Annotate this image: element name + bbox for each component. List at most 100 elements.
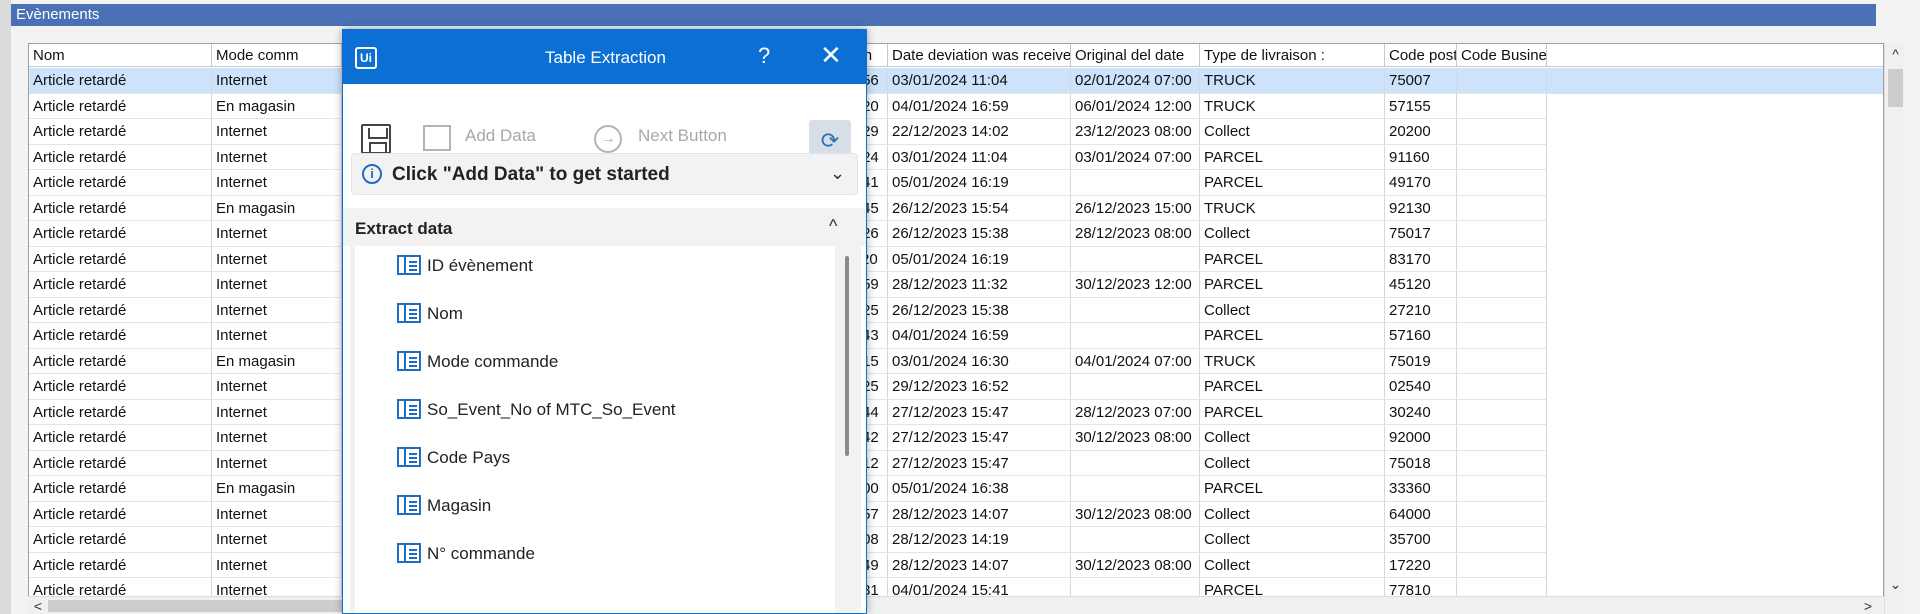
table-row[interactable]: Article retardéInternete26/12/2023 20:12… [29, 450, 1883, 476]
table-row[interactable]: Article retardéInternete21/12/2023 09:41… [29, 170, 1883, 196]
table-cell [1457, 195, 1547, 221]
table-row[interactable]: Article retardéInternete26/12/2023 16:42… [29, 425, 1883, 451]
table-cell: Article retardé [29, 93, 212, 119]
help-icon[interactable]: ? [758, 43, 770, 69]
extract-field-item[interactable]: Mode commande [397, 351, 558, 372]
scroll-down-icon[interactable]: ⌄ [1885, 573, 1906, 595]
extract-field-label: N° commande [427, 544, 535, 563]
table-row[interactable]: Article retardéInternete22/12/2023 22:59… [29, 272, 1883, 298]
table-cell: 04/01/2024 07:00 [1071, 348, 1200, 374]
chevron-up-icon[interactable]: ^ [829, 216, 837, 237]
extract-field-item[interactable]: Code Pays [397, 447, 510, 468]
horizontal-scroll-thumb[interactable] [48, 600, 378, 612]
table-cell [1457, 297, 1547, 323]
column-header[interactable]: Nom [29, 44, 212, 67]
add-data-label: Add Data [465, 126, 536, 145]
scroll-right-icon[interactable]: > [1858, 597, 1878, 614]
table-row[interactable]: Article retardéInternete24/12/2023 17:43… [29, 323, 1883, 349]
table-cell: Article retardé [29, 374, 212, 400]
extract-field-item[interactable]: Magasin [397, 495, 491, 516]
table-cell: Article retardé [29, 119, 212, 145]
events-table[interactable]: NomMode comme contacDate de créationDate… [28, 43, 1884, 614]
table-header: NomMode comme contacDate de créationDate… [29, 44, 1883, 67]
column-header[interactable]: Code Busine [1457, 44, 1547, 67]
table-cell: Internet [212, 552, 342, 578]
table-cell: 03/01/2024 07:00 [1071, 144, 1200, 170]
column-header[interactable]: Original del date [1071, 44, 1200, 67]
next-button-label: Next Button [638, 126, 727, 145]
table-cell: 83170 [1385, 246, 1457, 272]
save-icon[interactable] [361, 124, 391, 154]
chevron-down-icon[interactable]: ⌄ [830, 163, 845, 184]
table-cell: 91160 [1385, 144, 1457, 170]
table-row[interactable]: Article retardéInternete26/12/2023 10:44… [29, 399, 1883, 425]
table-row[interactable]: Article retardéInternete20/12/2023 09:24… [29, 144, 1883, 170]
table-cell [1457, 170, 1547, 196]
column-header[interactable]: Code posta [1385, 44, 1457, 67]
table-cell: Article retardé [29, 272, 212, 298]
extract-data-body: ID évènement Nom Mode commande So_Event_No … [350, 246, 861, 613]
table-cell [1071, 374, 1200, 400]
table-cell: 27/12/2023 15:47 [888, 425, 1071, 451]
table-cell: Internet [212, 450, 342, 476]
table-row[interactable]: Article retardéInternete24/12/2023 17:25… [29, 297, 1883, 323]
close-icon[interactable]: ✕ [820, 40, 842, 71]
table-row[interactable]: Article retardéInternete26/12/2023 22:57… [29, 501, 1883, 527]
info-banner[interactable]: i Click "Add Data" to get started ⌄ [351, 153, 858, 195]
table-row[interactable]: Article retardéInternete17/12/2023 20:56… [29, 68, 1883, 94]
column-header[interactable]: Date deviation was received [888, 44, 1071, 67]
table-cell: 27210 [1385, 297, 1457, 323]
table-cell [1457, 272, 1547, 298]
table-cell: Article retardé [29, 501, 212, 527]
vertical-scroll-thumb[interactable] [1888, 69, 1903, 107]
table-row[interactable]: Article retardéEn magasine19/12/2023 17:… [29, 348, 1883, 374]
table-cell: Collect [1200, 297, 1385, 323]
scroll-up-icon[interactable]: ^ [1885, 43, 1906, 65]
table-row[interactable]: Article retardéEn magasine20/12/2023 15:… [29, 476, 1883, 502]
table-cell: 06/01/2024 12:00 [1071, 93, 1200, 119]
horizontal-scrollbar[interactable]: < > [28, 596, 1884, 614]
table-cell: 30/12/2023 08:00 [1071, 501, 1200, 527]
scroll-left-icon[interactable]: < [28, 597, 48, 614]
app-window: Evènements NomMode comme contacDate de c… [0, 0, 1920, 614]
table-cell: TRUCK [1200, 195, 1385, 221]
table-cell: 28/12/2023 14:19 [888, 527, 1071, 553]
table-cell: TRUCK [1200, 68, 1385, 94]
dialog-title: Table Extraction [545, 48, 666, 67]
extract-data-header[interactable]: Extract data ^ [343, 208, 866, 246]
table-cell: 03/01/2024 11:04 [888, 144, 1071, 170]
table-row[interactable]: Article retardéInternete27/12/2023 18:49… [29, 552, 1883, 578]
extract-data-title: Extract data [355, 219, 453, 238]
list-scrollbar[interactable] [845, 256, 849, 456]
table-row[interactable]: Article retardéInternete22/12/2023 11:20… [29, 246, 1883, 272]
table-cell: 05/01/2024 16:19 [888, 246, 1071, 272]
column-header[interactable]: Mode comm [212, 44, 342, 67]
panel-title: Evènements [11, 4, 1876, 26]
table-cell: 75018 [1385, 450, 1457, 476]
table-cell: Article retardé [29, 68, 212, 94]
extract-field-item[interactable]: ID évènement [397, 255, 533, 276]
table-cell: Collect [1200, 501, 1385, 527]
extract-field-item[interactable]: Nom [397, 303, 463, 324]
table-row[interactable]: Article retardéEn magasine21/12/2023 15:… [29, 195, 1883, 221]
extract-field-item[interactable]: So_Event_No of MTC_So_Event [397, 399, 676, 420]
table-cell [1071, 476, 1200, 502]
column-header[interactable]: Type de livraison : [1200, 44, 1385, 67]
add-data-button[interactable]: Add Data [423, 126, 536, 146]
table-cell: 05/01/2024 16:38 [888, 476, 1071, 502]
extract-field-label: ID évènement [427, 256, 533, 275]
table-cell [1457, 552, 1547, 578]
table-row[interactable]: Article retardéInternete27/12/2023 17:08… [29, 527, 1883, 553]
next-button[interactable]: Next Button [596, 126, 727, 146]
table-row[interactable]: Article retardéInternete26/12/2023 10:25… [29, 374, 1883, 400]
table-cell [1457, 144, 1547, 170]
table-cell: 29/12/2023 16:52 [888, 374, 1071, 400]
extract-field-item[interactable]: N° commande [397, 543, 535, 564]
vertical-scrollbar[interactable]: ^ ⌄ [1884, 43, 1905, 614]
table-row[interactable]: Article retardéEn magasine23/12/2023 12:… [29, 93, 1883, 119]
table-cell [1457, 221, 1547, 247]
table-row[interactable]: Article retardéInternete22/12/2023 07:26… [29, 221, 1883, 247]
table-row[interactable]: Article retardéInternete19/12/2023 17:29… [29, 119, 1883, 145]
table-cell: 64000 [1385, 501, 1457, 527]
table-cell: 33360 [1385, 476, 1457, 502]
